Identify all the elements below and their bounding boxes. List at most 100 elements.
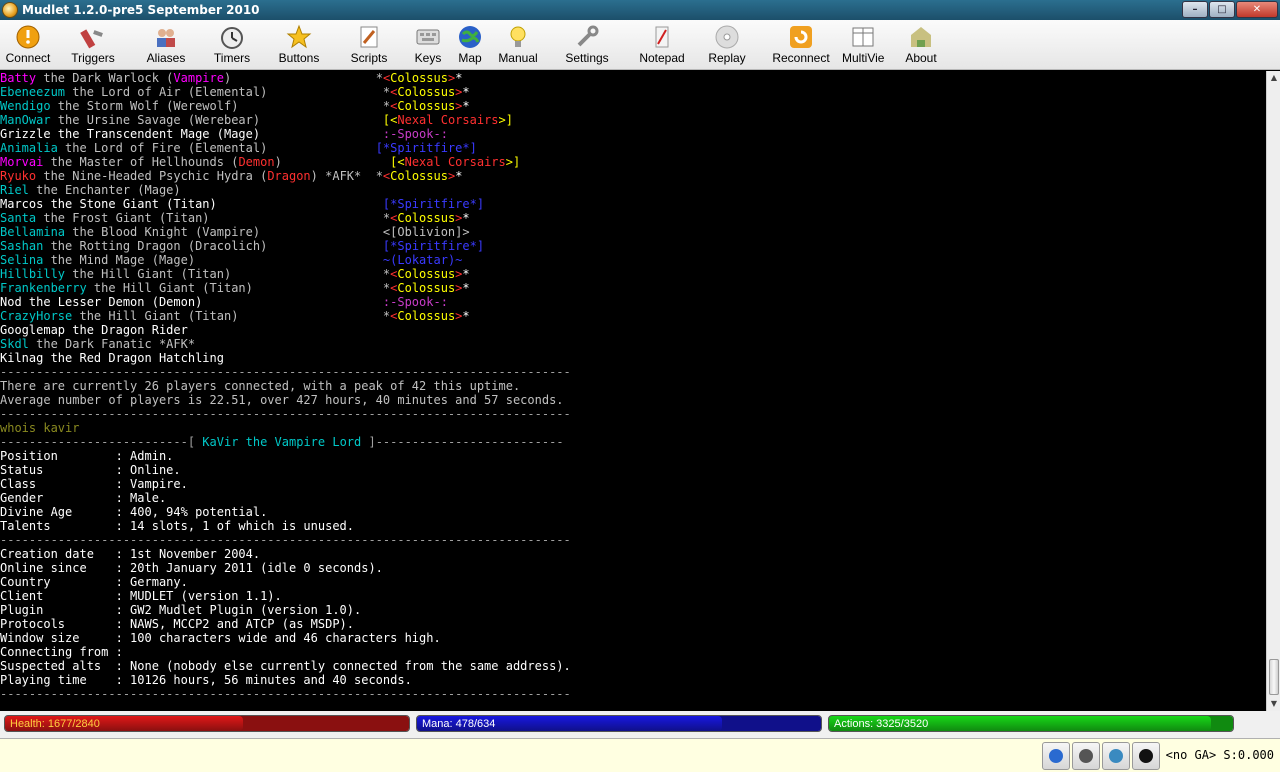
toolbar-timers-button[interactable]: Timers: [206, 20, 258, 70]
console-line: Nod the Lesser Demon (Demon) :-Spook-:: [0, 295, 448, 309]
console-line: Online since : 20th January 2011 (idle 0…: [0, 561, 383, 575]
console-output[interactable]: Batty the Dark Warlock (Vampire) *<Colos…: [0, 71, 1266, 711]
console-text: Nod the Lesser Demon (Demon): [0, 295, 383, 309]
console-text: [<: [390, 155, 405, 169]
console-text: Suspected alts : None (nobody else curre…: [0, 659, 571, 673]
maximize-button[interactable]: □: [1209, 1, 1235, 18]
toolbar-settings-button[interactable]: Settings: [554, 20, 620, 70]
console-text: >]: [498, 113, 513, 127]
screen-icon: [1109, 749, 1123, 763]
scroll-up-icon[interactable]: ▲: [1268, 71, 1280, 85]
console-text: KaVir the Vampire Lord: [202, 435, 362, 449]
console-line: Grizzle the Transcendent Mage (Mage) :-S…: [0, 127, 448, 141]
console-line: Bellamina the Blood Knight (Vampire) <[O…: [0, 225, 470, 239]
replay-icon: [714, 24, 740, 50]
toolbar-multiview-button[interactable]: MultiView: [842, 20, 884, 70]
console-line: Status : Online.: [0, 463, 181, 477]
keyboard-button[interactable]: [1072, 742, 1100, 770]
console-text: ): [274, 155, 391, 169]
console-line: There are currently 26 players connected…: [0, 379, 520, 393]
console-text: Client : MUDLET (version 1.1).: [0, 589, 282, 603]
screen-button[interactable]: [1102, 742, 1130, 770]
toolbar-label: About: [905, 51, 937, 65]
console-text: Santa: [0, 211, 37, 225]
console-text: the Hill Giant (Titan) *: [65, 267, 391, 281]
toolbar-reconnect-button[interactable]: Reconnect: [764, 20, 838, 70]
health-gauge: Health: 1677/2840: [4, 715, 410, 732]
toolbar-triggers-button[interactable]: Triggers: [60, 20, 126, 70]
toolbar-keys-button[interactable]: Keys: [408, 20, 448, 70]
console-line: Frankenberry the Hill Giant (Titan) *<Co…: [0, 281, 470, 295]
toolbar-aliases-button[interactable]: Aliases: [140, 20, 192, 70]
toolbar: Connect Triggers Aliases Timers Buttons Scrip…: [0, 20, 1280, 70]
console-line: Talents : 14 slots, 1 of which is unused…: [0, 519, 354, 533]
console-text: ----------------------------------------…: [0, 365, 571, 379]
toolbar-label: Manual: [498, 51, 538, 65]
console-text: Morvai: [0, 155, 44, 169]
console-text: [*Spiritfire*]: [375, 141, 477, 155]
console-line: Class : Vampire.: [0, 477, 188, 491]
console-line: Creation date : 1st November 2004.: [0, 547, 260, 561]
console-text: Wendigo: [0, 99, 51, 113]
console-text: [<: [382, 113, 398, 127]
toolbar-notepad-button[interactable]: Notepad: [632, 20, 692, 70]
console-text: Connecting from :: [0, 645, 123, 659]
console-text: *: [455, 169, 463, 183]
console-line: Googlemap the Dragon Rider: [0, 323, 188, 337]
console-text: ManOwar: [0, 113, 51, 127]
record-button[interactable]: [1132, 742, 1160, 770]
console-text: Selina: [0, 253, 44, 267]
toolbar-map-button[interactable]: Map: [452, 20, 488, 70]
console-text: Nexal Corsairs: [397, 113, 499, 127]
console-text: Colossus: [397, 267, 456, 281]
console-text: *: [455, 71, 463, 85]
console-text: Country : Germany.: [0, 575, 188, 589]
toolbar-connect-button[interactable]: Connect: [2, 20, 54, 70]
console-text: Colossus: [390, 169, 448, 183]
console-text: --------------------------[: [0, 435, 203, 449]
console-line: Protocols : NAWS, MCCP2 and ATCP (as MSD…: [0, 617, 354, 631]
console-text: the Lord of Fire (Elemental): [57, 141, 376, 155]
map-icon: [457, 24, 483, 50]
console-text: Hillbilly: [0, 267, 66, 281]
console-text: Colossus: [390, 71, 448, 85]
toolbar-label: Settings: [565, 51, 609, 65]
info-button[interactable]: [1042, 742, 1070, 770]
connection-status: <no GA> S:0.000: [1165, 748, 1274, 762]
console-line: whois kavir: [0, 421, 79, 435]
about-icon: [908, 24, 934, 50]
console-text: Frankenberry: [0, 281, 87, 295]
actions-gauge: Actions: 3325/3520: [828, 715, 1234, 732]
console-line: Wendigo the Storm Wolf (Werewolf) *<Colo…: [0, 99, 470, 113]
toolbar-label: Scripts: [350, 51, 388, 65]
console-line: Connecting from :: [0, 645, 123, 659]
toolbar-manual-button[interactable]: Manual: [494, 20, 542, 70]
scroll-thumb[interactable]: [1269, 659, 1279, 695]
console-scrollbar[interactable]: ▲ ▼: [1266, 71, 1280, 711]
minimize-button[interactable]: –: [1182, 1, 1208, 18]
mudlet-logo-icon: [2, 2, 18, 18]
toolbar-buttons-button[interactable]: Buttons: [270, 20, 328, 70]
console-line: Country : Germany.: [0, 575, 188, 589]
scroll-down-icon[interactable]: ▼: [1268, 697, 1280, 711]
console-text: *: [462, 267, 470, 281]
console-text: *: [462, 85, 470, 99]
toolbar-label: Replay: [708, 51, 746, 65]
console-text: Colossus: [397, 309, 456, 323]
console-line: Position : Admin.: [0, 449, 173, 463]
console-text: the Blood Knight (Vampire) <[Oblivion]>: [65, 225, 470, 239]
console-text: Skdl: [0, 337, 29, 351]
console-text: the Lord of Air (Elemental) *: [65, 85, 391, 99]
console-line: Batty the Dark Warlock (Vampire) *<Colos…: [0, 71, 462, 85]
console-text: :-Spook-:: [382, 127, 448, 141]
toolbar-replay-button[interactable]: Replay: [700, 20, 754, 70]
connect-icon: [15, 24, 41, 50]
toolbar-about-button[interactable]: About: [898, 20, 944, 70]
console-line: ----------------------------------------…: [0, 407, 571, 421]
close-button[interactable]: ✕: [1236, 1, 1278, 18]
toolbar-label: Aliases: [146, 51, 186, 65]
record-icon: [1139, 749, 1153, 763]
console-line: Ebeneezum the Lord of Air (Elemental) *<…: [0, 85, 470, 99]
console-text: the Dark Warlock (: [36, 71, 174, 85]
toolbar-scripts-button[interactable]: Scripts: [340, 20, 398, 70]
